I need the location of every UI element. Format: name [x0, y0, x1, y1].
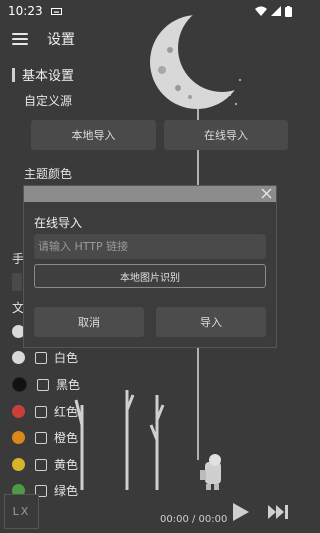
dialog-title: 在线导入 [34, 216, 83, 230]
playback-time: 00:00 / 00:00 [160, 514, 228, 525]
color-option-red[interactable]: 红色 [12, 403, 78, 420]
color-checkbox[interactable] [37, 378, 49, 391]
color-option-label: 橙色 [54, 431, 79, 445]
app-logo[interactable]: LX [4, 494, 39, 529]
app-header: 设置 [0, 22, 300, 56]
color-option-black[interactable]: 黑色 [12, 376, 80, 393]
color-swatch [12, 405, 25, 418]
tree-trunks [74, 390, 165, 490]
play-icon[interactable] [232, 502, 250, 522]
http-link-input[interactable] [34, 234, 266, 259]
online-import-button[interactable]: 在线导入 [164, 120, 288, 150]
color-checkbox[interactable] [35, 431, 47, 444]
color-checkbox[interactable] [35, 405, 47, 418]
astronaut-illustration [200, 454, 221, 490]
close-icon[interactable] [260, 187, 273, 200]
section-title: 基本设置 [22, 69, 75, 84]
local-image-recognition-button[interactable]: 本地图片识别 [34, 264, 266, 288]
partial-control[interactable] [12, 273, 22, 291]
color-option-label: 绿色 [54, 484, 79, 498]
color-option-label: 黄色 [54, 458, 79, 472]
status-bar: 10:23 [0, 0, 300, 22]
color-swatch [12, 458, 25, 471]
color-option-label: 白色 [54, 351, 79, 365]
status-time: 10:23 [8, 4, 43, 18]
menu-icon[interactable] [12, 33, 28, 45]
cancel-button[interactable]: 取消 [34, 307, 144, 337]
battery-icon [285, 5, 292, 17]
color-swatch [12, 431, 25, 444]
color-checkbox[interactable] [35, 458, 47, 471]
signal-icon [271, 6, 281, 16]
page-title: 设置 [47, 32, 75, 48]
dialog-header [24, 186, 276, 202]
color-option-white[interactable]: 白色 [12, 349, 78, 366]
section-accent-bar [12, 67, 15, 82]
color-option-label: 红色 [54, 405, 79, 419]
custom-source-label: 自定义源 [24, 94, 73, 108]
color-swatch [12, 377, 27, 392]
color-swatch [12, 351, 25, 364]
keyboard-icon [50, 7, 62, 15]
color-option-orange[interactable]: 橙色 [12, 429, 78, 446]
color-checkbox[interactable] [35, 351, 47, 364]
local-import-button[interactable]: 本地导入 [31, 120, 156, 150]
next-icon[interactable] [267, 504, 289, 520]
section-basic-settings: 基本设置 [12, 65, 74, 84]
theme-color-label: 主题颜色 [24, 167, 73, 181]
online-import-dialog: 在线导入 本地图片识别 取消 导入 [23, 185, 277, 348]
color-option-yellow[interactable]: 黄色 [12, 456, 78, 473]
wifi-icon [255, 6, 267, 16]
color-option-label: 黑色 [56, 378, 81, 392]
import-button[interactable]: 导入 [156, 307, 266, 337]
